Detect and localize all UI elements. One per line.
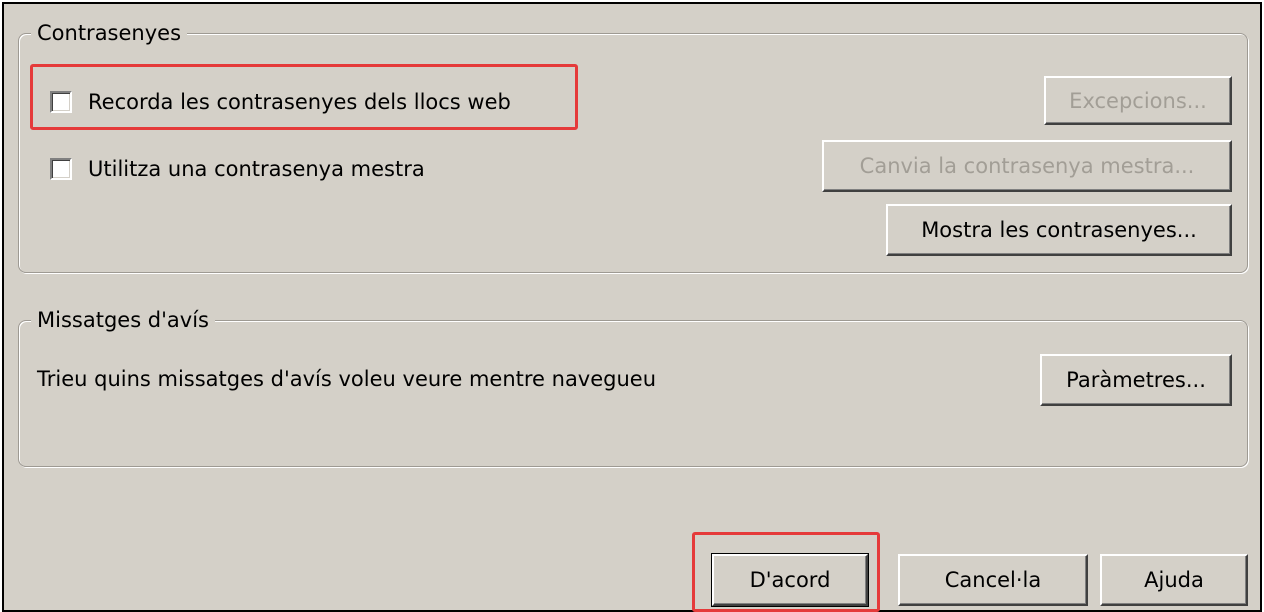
master-password-checkbox[interactable] (50, 158, 72, 180)
help-button[interactable]: Ajuda (1100, 554, 1248, 606)
exceptions-button[interactable]: Excepcions... (1044, 76, 1232, 125)
master-password-checkbox-row[interactable]: Utilitza una contrasenya mestra (50, 156, 425, 182)
warning-settings-button[interactable]: Paràmetres... (1040, 354, 1232, 406)
cancel-button[interactable]: Cancel·la (898, 554, 1088, 606)
password-settings-dialog: Contrasenyes Recorda les contrasenyes de… (2, 2, 1262, 612)
show-passwords-button[interactable]: Mostra les contrasenyes... (886, 204, 1232, 256)
passwords-group-legend: Contrasenyes (31, 20, 188, 46)
remember-passwords-checkbox-row[interactable]: Recorda les contrasenyes dels llocs web (50, 89, 511, 115)
change-master-password-button[interactable]: Canvia la contrasenya mestra... (822, 140, 1232, 192)
warnings-group-legend: Missatges d'avís (31, 307, 215, 333)
warnings-description: Trieu quins missatges d'avís voleu veure… (37, 367, 657, 391)
remember-passwords-label: Recorda les contrasenyes dels llocs web (88, 90, 511, 114)
ok-button[interactable]: D'acord (711, 553, 869, 607)
master-password-label: Utilitza una contrasenya mestra (88, 157, 425, 181)
remember-passwords-checkbox[interactable] (50, 91, 72, 113)
